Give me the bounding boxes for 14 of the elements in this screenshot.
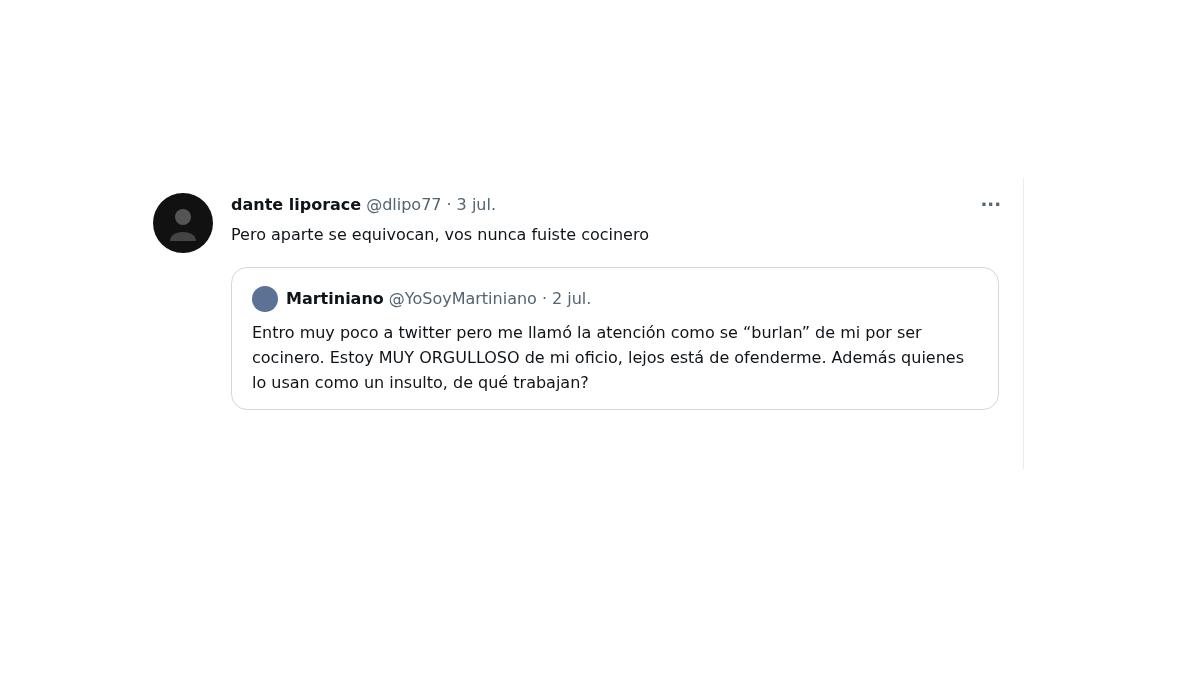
separator-dot: · (541, 288, 547, 310)
avatar[interactable] (153, 193, 213, 253)
quoted-author-handle: @YoSoyMartiniano (388, 288, 537, 310)
author-name[interactable]: dante liporace (231, 193, 362, 217)
tweet-date[interactable]: 3 jul. (456, 193, 496, 217)
quoted-avatar (252, 286, 278, 312)
quoted-author-name: Martiniano (286, 288, 384, 310)
quoted-tweet-text: Entro muy poco a twitter pero me llamó la atención como se “burlan” de mi por ser cocinero. Estoy MUY ORGULLOSO de mi oficio, lejos está de ofenderme. Además quienes lo usan como un insulto, de qué trabajan? (252, 322, 965, 394)
quoted-tweet-date: 2 jul. (551, 288, 592, 310)
quoted-tweet-card[interactable] (231, 267, 999, 410)
more-options-button[interactable]: ··· (980, 196, 1001, 214)
tweet-text: Pero aparte se equivocan, vos nunca fuiste cocinero (231, 224, 650, 246)
separator-dot: · (446, 194, 452, 216)
author-handle[interactable]: @dlipo77 (366, 193, 442, 217)
